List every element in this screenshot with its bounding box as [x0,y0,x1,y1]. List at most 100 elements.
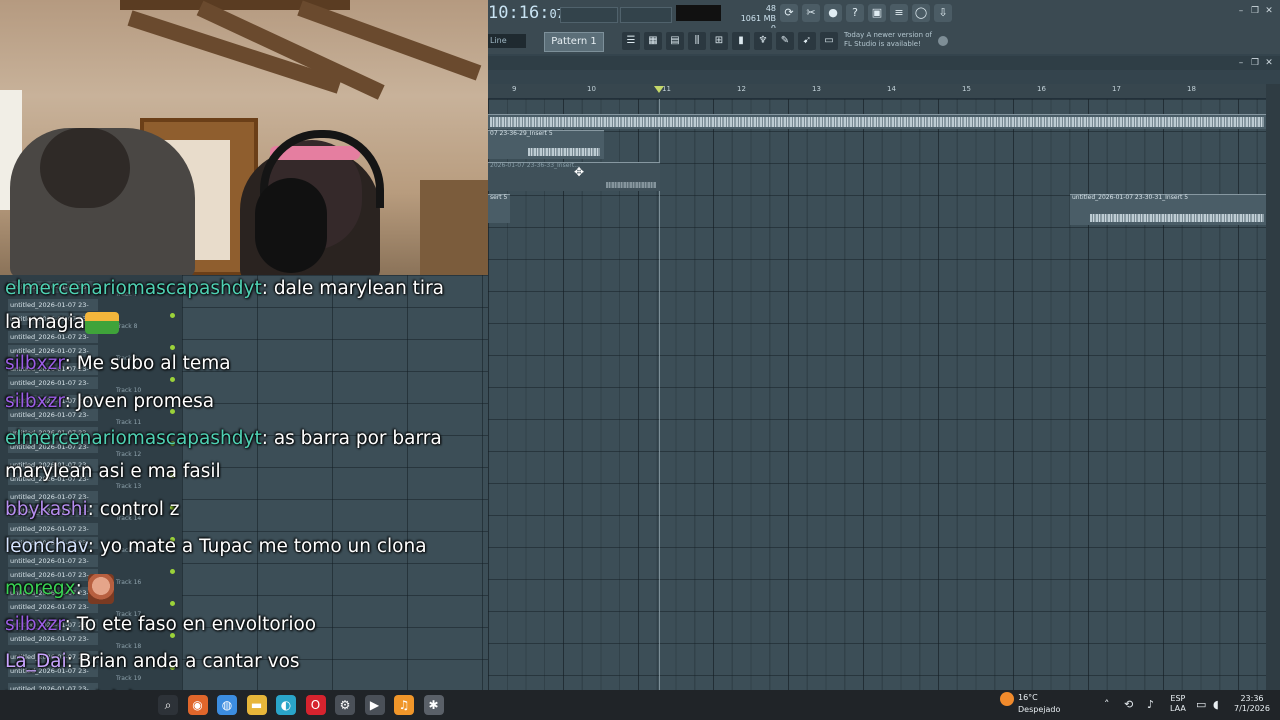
plugin-icon[interactable]: ▮ [732,32,750,50]
weather-temp[interactable]: 16°C [1018,693,1038,703]
chat-text: : [75,578,82,599]
chat-text: : Joven promesa [64,391,215,412]
chat-username[interactable]: elmercenariomascapashdyt [5,278,262,299]
chat-username[interactable]: La_Dai [5,651,67,672]
chat-message: silbxzr: Joven promesa [5,391,214,413]
download-icon[interactable]: ⇩ [934,4,952,22]
globe-icon[interactable] [938,36,948,46]
webcam-feed [0,0,488,275]
folder-icon[interactable]: ▬ [246,695,267,715]
minimize-icon[interactable]: – [1236,6,1246,16]
edge-icon[interactable]: ◐ [276,695,296,715]
chat-username[interactable]: silbxzr [5,614,65,635]
steam-icon[interactable]: ⚙ [335,695,355,715]
fl-studio-icon[interactable]: ♫ [394,695,414,715]
mic-icon[interactable]: ● [824,4,842,22]
chevron-up-icon[interactable]: ˄ [1104,698,1110,711]
network-icon[interactable]: ▭ [1196,698,1206,711]
playhead-marker[interactable] [654,86,664,93]
toolbar-icons: ⟳ ✂ ● ? ▣ ≡ ◯ ⇩ [780,4,952,22]
audio-clip[interactable]: 07 23-36-29_Insert 5 [488,130,604,159]
weather-icon[interactable] [1000,692,1014,706]
scissors-icon[interactable]: ✂ [802,4,820,22]
minimize-icon[interactable]: – [1236,58,1246,68]
audio-clip[interactable]: sert 5 [488,194,510,223]
chat-username[interactable]: moregx [5,578,76,599]
language-indicator[interactable]: ESP LAA [1170,694,1186,714]
mic-tray-icon[interactable]: ♪ [1147,698,1154,711]
track-name[interactable]: Track 16 [116,579,141,586]
restore-icon[interactable]: ❐ [1250,58,1260,68]
track-mute-led[interactable] [170,601,175,606]
chat-text: la magia [5,312,85,333]
fl-toolbar: 10:16:07 481061 MB0 ⟳ ✂ ● ? ▣ ≡ ◯ ⇩ – ❐ … [488,0,1280,33]
paste-icon[interactable]: ▭ [820,32,838,50]
chat-text: : control z [87,499,180,520]
clip-label: 07 23-36-29_Insert 5 [490,130,553,137]
settings-icon[interactable]: ✱ [423,695,444,715]
chat-message: marylean asi e ma fasil [5,461,221,483]
master-pitch[interactable] [620,7,672,23]
track-name[interactable]: Track 13 [116,483,141,490]
opera-icon[interactable]: O [305,695,326,715]
audio-clip[interactable]: untitled_2026-01-07 23-30-31_Insert 5 [1070,194,1266,225]
chat-text: : Brian anda a cantar vos [66,651,300,672]
audio-clip[interactable] [488,114,1266,129]
chrome-icon[interactable]: ◍ [217,695,237,715]
vertical-scrollbar[interactable] [1266,84,1280,690]
clock[interactable]: 23:36 7/1/2026 [1234,694,1270,714]
chat-text: : Me subo al tema [64,353,231,374]
mixer-icon[interactable]: ≡ [890,4,908,22]
track-name[interactable]: Track 8 [116,323,137,330]
track-clip-label[interactable]: untitled_2026-01-07 23- [8,523,98,535]
chat-username[interactable]: elmercenariomascapashdyt [5,428,262,449]
piano-roll-icon[interactable]: ▦ [644,32,662,50]
chat-username[interactable]: bbykashi [5,499,88,520]
chat-username[interactable]: leonchav [5,536,88,557]
chat-username[interactable]: silbxzr [5,391,65,412]
chat-username[interactable]: silbxzr [5,353,65,374]
chat-message: leonchav: yo mate a Tupac me tomo un clo… [5,536,427,558]
track-mute-led[interactable] [170,569,175,574]
help-icon[interactable]: ? [846,4,864,22]
brush-icon[interactable]: ✎ [776,32,794,50]
track-name[interactable]: Track 11 [116,419,141,426]
playlist-icon[interactable]: ☰ [622,32,640,50]
track-name[interactable]: Track 19 [116,675,141,682]
ruler-tick: 18 [1187,85,1196,93]
weather-desc[interactable]: Despejado [1018,705,1060,715]
volume-icon[interactable]: ◖ [1213,698,1219,711]
search-icon[interactable]: ⌕ [158,695,178,715]
song-position-readout[interactable]: 10:16:07 [488,3,564,23]
track-clip-label[interactable]: untitled_2026-01-07 23- [8,299,98,311]
track-mute-led[interactable] [170,377,175,382]
pattern-selector[interactable]: Pattern 1 [544,32,604,52]
chat-message: silbxzr: To ete faso en envoltorioo [5,614,316,636]
track-clip-label[interactable]: untitled_2026-01-07 23- [8,377,98,389]
chat-text: : as barra por barra [261,428,442,449]
plug-icon[interactable]: ♆ [754,32,772,50]
sync-icon[interactable]: ⟲ [1124,698,1133,711]
track-name[interactable]: Track 12 [116,451,141,458]
timeline-ruler[interactable]: 9 10 11 12 13 14 15 16 17 18 [488,84,1266,99]
browser-icon[interactable]: ⊞ [710,32,728,50]
news-panel[interactable]: Today A newer version of FL Studio is av… [844,31,934,49]
save-icon[interactable]: ▣ [868,4,886,22]
close-icon[interactable]: ✕ [1264,58,1274,68]
firefox-icon[interactable]: ◉ [187,695,208,715]
track-mute-led[interactable] [170,345,175,350]
restore-icon[interactable]: ❐ [1250,6,1260,16]
clip-label: 2026-01-07 23-36-33_Insert... [490,162,580,169]
track-name[interactable]: Track 18 [116,643,141,650]
channel-rack-icon[interactable]: ▤ [666,32,684,50]
track-mute-led[interactable] [170,313,175,318]
master-meter [676,5,721,21]
close-icon[interactable]: ✕ [1264,6,1274,16]
clip-label: untitled_2026-01-07 23-30-31_Insert 5 [1072,194,1189,201]
refresh-icon[interactable]: ⟳ [780,4,798,22]
chat-icon[interactable]: ◯ [912,4,930,22]
mixer-icon[interactable]: ⫼ [688,32,706,50]
pin-icon[interactable]: ➹ [798,32,816,50]
media-player-icon[interactable]: ▶ [364,695,385,715]
snap-select[interactable]: Line [488,34,526,48]
